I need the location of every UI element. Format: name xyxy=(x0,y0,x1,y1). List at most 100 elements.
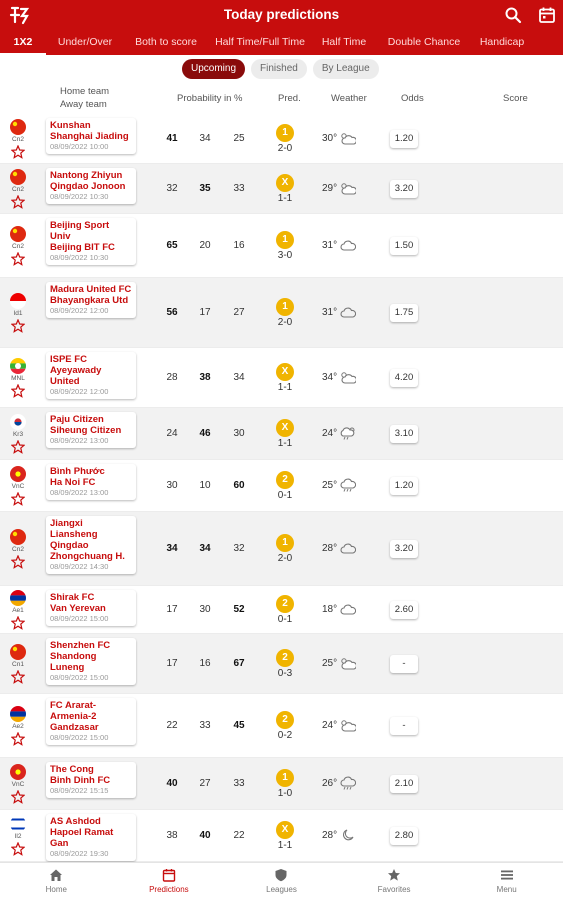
odds-button[interactable]: 3.10 xyxy=(390,425,418,443)
temperature: 30° xyxy=(322,133,338,144)
match-row[interactable]: Ae1 Shirak FC Van Yerevan 08/09/2022 15:00 1… xyxy=(0,586,563,634)
match-row[interactable]: Ae2 FC Ararat-Armenia-2 Gandzasar 08/09/202… xyxy=(0,694,563,758)
tab-half-time-full-time[interactable]: Half Time/Full Time xyxy=(208,31,312,55)
match-row[interactable]: VnC The Cong Binh Dinh FC 08/09/2022 15:15 4… xyxy=(0,758,563,810)
favorite-star-icon[interactable] xyxy=(11,145,25,159)
prob-away: 33 xyxy=(233,778,245,789)
match-row[interactable]: VnC Bình Phước Ha Noi FC 08/09/2022 13:00 30… xyxy=(0,460,563,512)
search-icon[interactable] xyxy=(504,6,522,24)
match-card[interactable]: Beijing Sport Univ Beijing BIT FC 08/09/20… xyxy=(46,218,136,265)
favorite-star-icon[interactable] xyxy=(11,384,25,398)
nav-favorites-label: Favorites xyxy=(377,885,411,894)
odds-button[interactable]: 2.60 xyxy=(390,601,418,619)
odds-button[interactable]: 4.20 xyxy=(390,369,418,387)
match-card[interactable]: Jiangxi Liansheng Qingdao Zhongchuang H. 0… xyxy=(46,516,136,574)
match-row[interactable]: Cn2 Jiangxi Liansheng Qingdao Zhongchuang … xyxy=(0,512,563,586)
tab-both-to-score[interactable]: Both to score xyxy=(124,31,208,55)
favorite-star-icon[interactable] xyxy=(11,555,25,569)
country-flag-icon xyxy=(10,169,26,185)
match-card[interactable]: AS Ashdod Hapoel Ramat Gan 08/09/2022 19:3… xyxy=(46,814,136,861)
odds-button[interactable]: 1.20 xyxy=(390,477,418,495)
away-team-name: Ayeyawady United xyxy=(50,365,102,387)
odds-button[interactable]: - xyxy=(390,717,418,735)
home-team-name: Paju Citizen xyxy=(50,414,104,425)
favorite-star-icon[interactable] xyxy=(11,670,25,684)
match-row[interactable]: Id1 Madura United FC Bhayangkara Utd 08/09/… xyxy=(0,278,563,348)
odds-button[interactable]: 3.20 xyxy=(390,540,418,558)
favorite-star-icon[interactable] xyxy=(11,790,25,804)
match-card[interactable]: Madura United FC Bhayangkara Utd 08/09/202… xyxy=(46,282,136,318)
odds-button[interactable]: 1.50 xyxy=(390,237,418,255)
temperature: 26° xyxy=(322,778,338,789)
match-card[interactable]: Shenzhen FC Shandong Luneng 08/09/2022 15:… xyxy=(46,638,136,685)
nav-leagues[interactable]: Leagues xyxy=(225,863,338,900)
favorite-star-icon[interactable] xyxy=(11,732,25,746)
match-card[interactable]: Kunshan Shanghai Jiading 08/09/2022 10:00 xyxy=(46,118,136,154)
match-card[interactable]: Bình Phước Ha Noi FC 08/09/2022 13:00 xyxy=(46,464,136,500)
home-team-name: AS Ashdod xyxy=(50,816,101,827)
away-team-name: Binh Dinh FC xyxy=(50,775,111,786)
favorite-star-icon[interactable] xyxy=(11,252,25,266)
favorite-star-icon[interactable] xyxy=(11,616,25,630)
odds-button[interactable]: - xyxy=(390,655,418,673)
prob-draw: 35 xyxy=(199,183,211,194)
favorite-star-icon[interactable] xyxy=(11,440,25,454)
country-flag-icon xyxy=(10,119,26,135)
match-row[interactable]: Cn2 Kunshan Shanghai Jiading 08/09/2022 10:… xyxy=(0,114,563,164)
home-team-name: Madura United FC xyxy=(50,284,132,295)
match-card[interactable]: Shirak FC Van Yerevan 08/09/2022 15:00 xyxy=(46,590,136,626)
tab-half-time[interactable]: Half Time xyxy=(312,31,376,55)
match-card[interactable]: The Cong Binh Dinh FC 08/09/2022 15:15 xyxy=(46,762,136,798)
match-row[interactable]: Cn1 Shenzhen FC Shandong Luneng 08/09/2022 … xyxy=(0,634,563,694)
nav-predictions[interactable]: Predictions xyxy=(113,863,226,900)
prob-away: 16 xyxy=(233,240,245,251)
match-row[interactable]: Il2 AS Ashdod Hapoel Ramat Gan 08/09/2022 1… xyxy=(0,810,563,862)
filter-upcoming[interactable]: Upcoming xyxy=(182,59,246,79)
temperature: 25° xyxy=(322,658,338,669)
match-date: 08/09/2022 19:30 xyxy=(50,849,109,858)
predicted-score: 1-1 xyxy=(277,438,293,449)
weather-header: Weather xyxy=(331,93,367,104)
match-card[interactable]: Nantong Zhiyun Qingdao Jonoon 08/09/2022 1… xyxy=(46,168,136,204)
prob-home: 38 xyxy=(166,830,178,841)
match-row[interactable]: Cn2 Nantong Zhiyun Qingdao Jonoon 08/09/202… xyxy=(0,164,563,214)
match-row[interactable]: Kr3 Paju Citizen Siheung Citizen 08/09/2022… xyxy=(0,408,563,460)
nav-home[interactable]: Home xyxy=(0,863,113,900)
match-row[interactable]: Cn2 Beijing Sport Univ Beijing BIT FC 08/09… xyxy=(0,214,563,278)
prob-away: 25 xyxy=(233,133,245,144)
filter-by-league[interactable]: By League xyxy=(312,59,379,79)
favorite-star-icon[interactable] xyxy=(11,492,25,506)
odds-button[interactable]: 1.20 xyxy=(390,130,418,148)
league-code: Ae1 xyxy=(12,607,24,614)
cloud-sun-icon xyxy=(341,372,356,384)
match-card[interactable]: FC Ararat-Armenia-2 Gandzasar 08/09/2022 1… xyxy=(46,698,136,745)
match-card[interactable]: Paju Citizen Siheung Citizen 08/09/2022 13… xyxy=(46,412,136,448)
match-row[interactable]: MNL ISPE FC Ayeyawady United 08/09/2022 12:… xyxy=(0,348,563,408)
match-card[interactable]: ISPE FC Ayeyawady United 08/09/2022 12:00 xyxy=(46,352,136,399)
tab-under-over[interactable]: Under/Over xyxy=(46,31,124,55)
prob-away: 60 xyxy=(233,480,245,491)
tab-1x2[interactable]: 1X2 xyxy=(0,31,46,55)
favorite-star-icon[interactable] xyxy=(11,842,25,856)
tab-double-chance[interactable]: Double Chance xyxy=(376,31,472,55)
nav-menu[interactable]: Menu xyxy=(450,863,563,900)
odds-button[interactable]: 1.75 xyxy=(390,304,418,322)
away-team-header: Away team xyxy=(60,99,107,110)
cloud-sun-icon xyxy=(341,133,356,145)
filter-finished[interactable]: Finished xyxy=(251,59,307,79)
prob-draw: 30 xyxy=(199,604,211,615)
prediction-badge: 1 xyxy=(276,534,294,552)
favorite-star-icon[interactable] xyxy=(11,195,25,209)
calendar-icon[interactable] xyxy=(538,6,556,24)
nav-favorites[interactable]: Favorites xyxy=(338,863,451,900)
prediction-badge: 1 xyxy=(276,231,294,249)
odds-button[interactable]: 3.20 xyxy=(390,180,418,198)
favorite-star-icon[interactable] xyxy=(11,319,25,333)
prob-home: 30 xyxy=(166,480,178,491)
cloud-rain-icon xyxy=(340,776,356,790)
odds-button[interactable]: 2.80 xyxy=(390,827,418,845)
tab-handicap[interactable]: Handicap xyxy=(472,31,532,55)
page-title: Today predictions xyxy=(223,7,340,22)
predicted-score: 1-1 xyxy=(277,382,293,393)
odds-button[interactable]: 2.10 xyxy=(390,775,418,793)
